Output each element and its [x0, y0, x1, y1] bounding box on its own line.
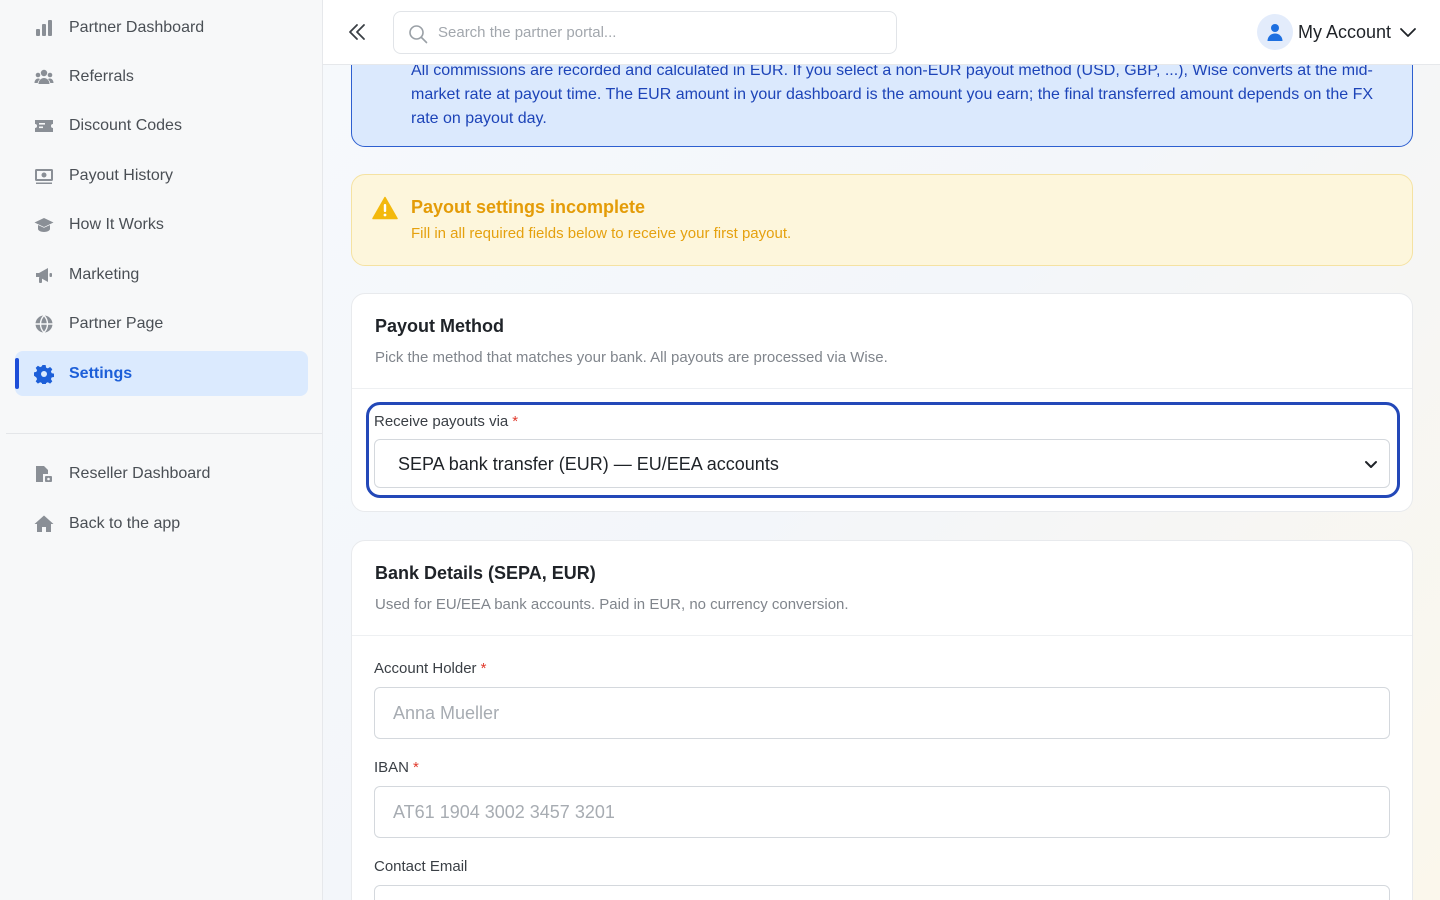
sidebar-item-label: Partner Dashboard	[69, 18, 205, 36]
collapse-sidebar-icon[interactable]	[345, 20, 369, 44]
sidebar-divider	[6, 433, 322, 434]
sidebar-item-payout-history[interactable]: Payout History	[15, 153, 308, 198]
card-title: Bank Details (SEPA, EUR)	[375, 563, 596, 583]
contact-email-input[interactable]	[393, 886, 1373, 900]
bar-chart-icon	[33, 17, 55, 39]
sidebar-item-partner-page[interactable]: Partner Page	[15, 301, 308, 346]
gear-icon	[33, 363, 55, 385]
sidebar-item-label: Referrals	[69, 67, 134, 85]
user-icon	[1267, 24, 1283, 41]
iban-field[interactable]	[374, 786, 1390, 838]
search-box[interactable]	[393, 11, 897, 54]
payout-method-card: Payout Method Pick the method that match…	[351, 293, 1413, 512]
warning-title: Payout settings incomplete	[411, 197, 646, 217]
sidebar-item-partner-dashboard[interactable]: Partner Dashboard	[15, 5, 308, 50]
field-label-text: Contact Email	[374, 858, 468, 875]
required-mark: *	[413, 759, 419, 776]
search-icon	[409, 25, 428, 44]
sidebar-item-how-it-works[interactable]: How It Works	[15, 202, 308, 247]
ticket-icon	[33, 115, 55, 137]
field-label-text: Account Holder	[374, 660, 477, 677]
top-header: My Account	[323, 0, 1440, 65]
required-mark: *	[480, 660, 487, 677]
main-content: All commissions are recorded and calcula…	[323, 65, 1440, 900]
sidebar-item-settings[interactable]: Settings	[15, 351, 308, 396]
chevron-down-icon	[1365, 461, 1377, 468]
sidebar-item-label: Reseller Dashboard	[69, 464, 211, 482]
sidebar-item-label: Settings	[69, 364, 133, 382]
money-bill-icon	[33, 165, 55, 187]
contact-email-field[interactable]	[374, 885, 1390, 900]
iban-input[interactable]	[393, 787, 1373, 837]
sidebar-item-discount-codes[interactable]: Discount Codes	[15, 103, 308, 148]
payout-method-select[interactable]: SEPA bank transfer (EUR) — EU/EEA accoun…	[374, 439, 1390, 488]
bank-details-card: Bank Details (SEPA, EUR) Used for EU/EEA…	[351, 540, 1413, 900]
warning-triangle-icon	[372, 196, 398, 220]
card-divider	[352, 635, 1412, 636]
info-banner-text: All commissions are recorded and calcula…	[411, 65, 1374, 127]
sidebar-item-label: Back to the app	[69, 514, 181, 532]
selected-value: SEPA bank transfer (EUR) — EU/EEA accoun…	[398, 454, 779, 474]
card-subtitle: Used for EU/EEA bank accounts. Paid in E…	[375, 596, 849, 613]
sidebar-item-label: Payout History	[69, 166, 174, 184]
chevron-down-icon	[1400, 28, 1416, 37]
field-label-text: IBAN	[374, 759, 410, 776]
info-banner: All commissions are recorded and calcula…	[351, 65, 1413, 147]
field-label-text: Receive payouts via	[374, 413, 509, 430]
account-holder-field[interactable]	[374, 687, 1390, 739]
sidebar-item-label: Discount Codes	[69, 116, 182, 134]
sidebar-item-label: Marketing	[69, 265, 140, 283]
sidebar-item-reseller-dashboard[interactable]: Reseller Dashboard	[15, 451, 308, 496]
reseller-icon	[33, 463, 55, 485]
required-mark: *	[512, 413, 519, 430]
sidebar-item-label: Partner Page	[69, 314, 164, 332]
sidebar-item-back-to-app[interactable]: Back to the app	[15, 501, 308, 546]
card-title: Payout Method	[375, 316, 504, 336]
account-label: My Account	[1298, 21, 1392, 42]
card-subtitle: Pick the method that matches your bank. …	[375, 349, 888, 366]
account-menu[interactable]: My Account	[1257, 13, 1417, 51]
field-label: Receive payouts via *	[374, 413, 518, 430]
account-holder-label: Account Holder *	[374, 660, 486, 677]
sidebar-item-referrals[interactable]: Referrals	[15, 54, 308, 99]
home-icon	[33, 513, 55, 535]
warning-text: Fill in all required fields below to rec…	[411, 225, 792, 242]
graduation-cap-icon	[33, 214, 55, 236]
sidebar-item-label: How It Works	[69, 215, 164, 233]
globe-icon	[33, 313, 55, 335]
users-icon	[33, 66, 55, 88]
account-holder-input[interactable]	[393, 688, 1373, 738]
megaphone-icon	[33, 264, 55, 286]
sidebar: Partner Dashboard Referrals Discount Cod…	[0, 0, 323, 900]
search-input[interactable]	[438, 12, 888, 53]
iban-label: IBAN *	[374, 759, 419, 776]
sidebar-item-marketing[interactable]: Marketing	[15, 252, 308, 297]
warning-banner: Payout settings incomplete Fill in all r…	[351, 174, 1413, 266]
contact-email-label: Contact Email	[374, 858, 467, 875]
avatar	[1257, 14, 1293, 50]
card-divider	[352, 388, 1412, 389]
